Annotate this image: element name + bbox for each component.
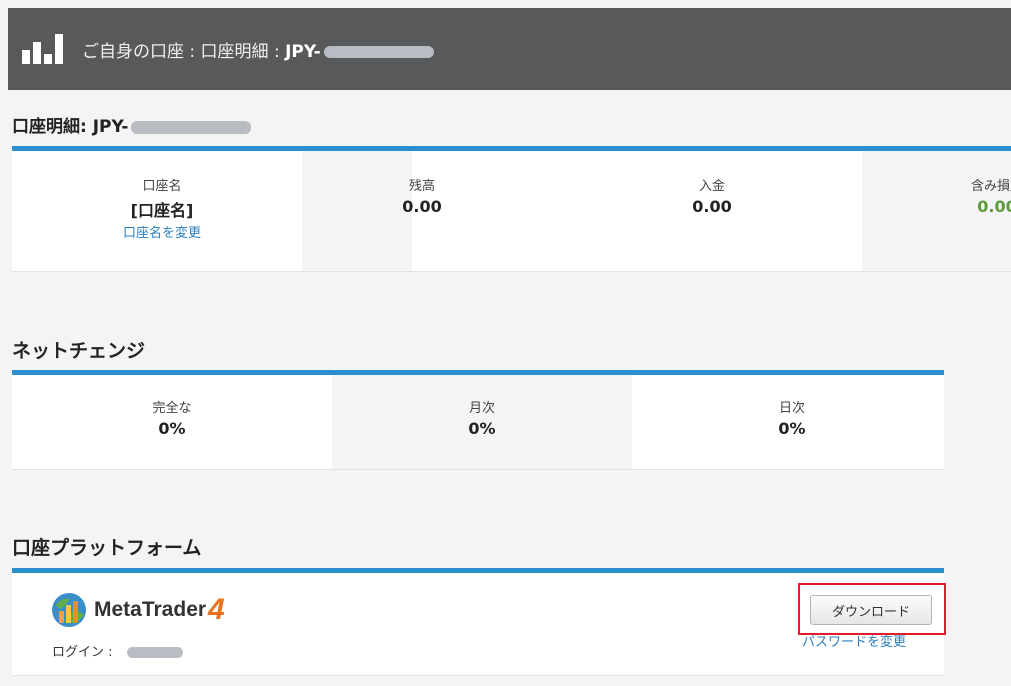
unrealized-pl-label: 含み損益	[970, 179, 1011, 194]
monthly-change-cell: 月次 0%	[402, 397, 562, 438]
page-header: ご自身の口座 : 口座明細 : JPY-	[8, 8, 1011, 90]
total-change-label: 完全な	[152, 401, 192, 416]
deposit-value: 0.00	[692, 197, 732, 216]
login-label: ログイン :	[52, 645, 113, 660]
unrealized-pl-cell: 含み損益 0.00	[917, 175, 1011, 216]
header-account-id: JPY-	[285, 41, 321, 62]
account-name-cell: 口座名 [口座名] 口座名を変更	[72, 175, 252, 241]
deposit-label: 入金	[698, 179, 725, 194]
total-change-value: 0%	[158, 419, 186, 438]
monthly-change-value: 0%	[468, 419, 496, 438]
platform-title: 口座プラットフォーム	[12, 537, 202, 559]
metatrader-logo: MetaTrader 4	[50, 591, 225, 629]
deposit-cell: 入金 0.00	[632, 175, 792, 216]
metatrader-globe-icon	[52, 593, 86, 627]
download-highlight-box: ダウンロード	[798, 583, 946, 635]
header-breadcrumb: ご自身の口座 : 口座明細 : JPY-	[82, 37, 434, 62]
daily-change-value: 0%	[778, 419, 806, 438]
account-name-value: [口座名]	[130, 201, 194, 220]
download-button[interactable]: ダウンロード	[810, 595, 932, 625]
daily-change-cell: 日次 0%	[712, 397, 872, 438]
change-account-name-link[interactable]: 口座名を変更	[72, 222, 252, 241]
header-title-prefix: ご自身の口座 : 口座明細 :	[82, 41, 286, 62]
daily-change-label: 日次	[778, 401, 805, 416]
chart-bars-icon	[22, 34, 64, 64]
account-details-title: 口座明細: JPY-	[12, 112, 252, 137]
monthly-change-label: 月次	[468, 401, 495, 416]
platform-panel: MetaTrader 4 ログイン : パスワードを変更 ダウンロード	[12, 568, 946, 676]
platform-version: 4	[208, 593, 225, 626]
platform-name: MetaTrader	[94, 598, 207, 621]
account-name-label: 口座名	[142, 179, 182, 194]
redacted-account-number	[131, 120, 252, 134]
account-details-title-text: 口座明細: JPY-	[12, 117, 129, 137]
unrealized-pl-value: 0.00	[977, 197, 1011, 216]
account-details-panel: 口座名 [口座名] 口座名を変更 残高 0.00 入金 0.00 含み損益 0.…	[12, 146, 1011, 272]
redacted-login-id	[126, 647, 183, 658]
net-change-title: ネットチェンジ	[12, 340, 146, 362]
net-change-panel: 完全な 0% 月次 0% 日次 0%	[12, 370, 944, 470]
redacted-account-number	[323, 45, 434, 58]
login-row: ログイン :	[52, 641, 183, 660]
total-change-cell: 完全な 0%	[92, 397, 252, 438]
balance-label: 残高	[408, 179, 435, 194]
balance-cell: 残高 0.00	[342, 175, 502, 216]
balance-value: 0.00	[402, 197, 442, 216]
